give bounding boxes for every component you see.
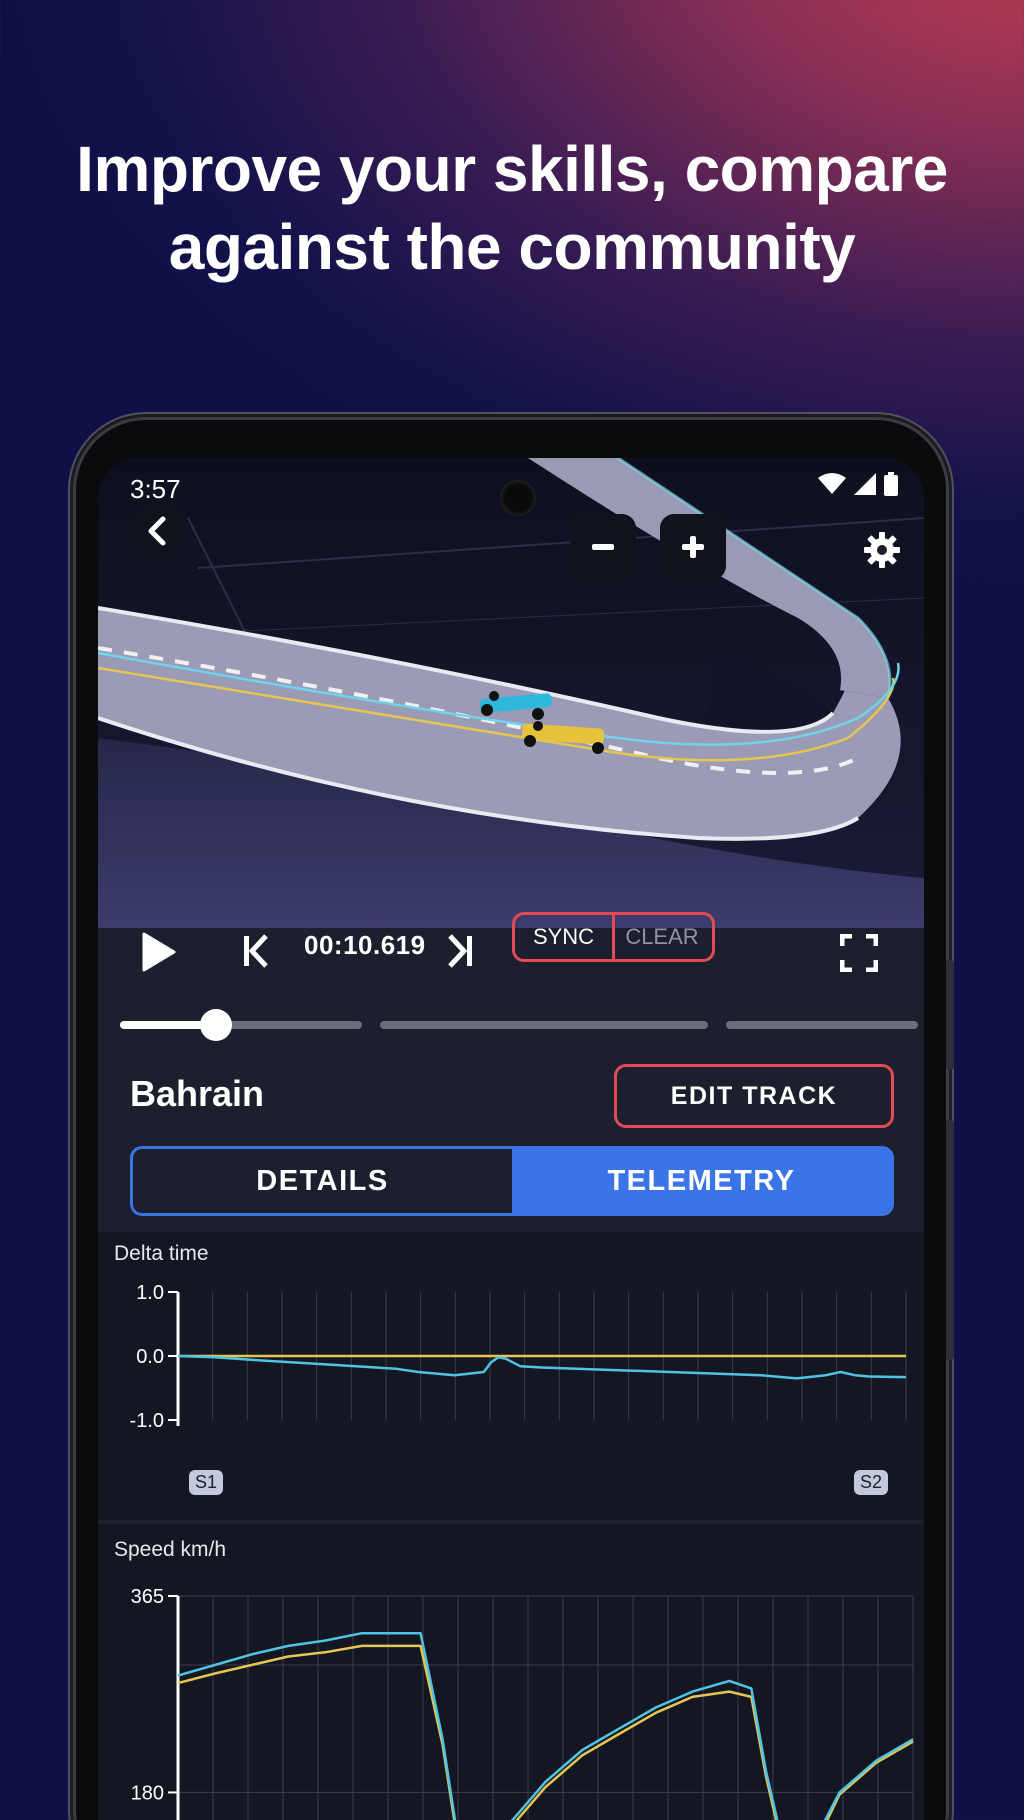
speed-panel: Speed km/h 365 180 (98, 1524, 924, 1820)
track-3d-view[interactable] (98, 458, 924, 928)
skip-back-icon[interactable] (242, 934, 268, 968)
zoom-out-button[interactable] (570, 514, 636, 580)
y-tick-label: 0.0 (136, 1346, 164, 1368)
sync-button[interactable]: SYNC (512, 912, 615, 962)
scrubber-track-3[interactable] (726, 1021, 918, 1029)
delta-time-chart: 1.0 0.0 -1.0 (130, 1282, 907, 1432)
scrubber-track-2[interactable] (380, 1021, 708, 1029)
tab-telemetry[interactable]: TELEMETRY (512, 1149, 891, 1213)
signal-icon (854, 473, 876, 495)
app-screen: 3:57 00:10.619 SYNC CLEAR Bahrain EDIT T… (98, 458, 924, 1820)
fullscreen-icon[interactable] (840, 934, 878, 972)
sector-label-s2: S2 (854, 1470, 889, 1495)
zoom-in-button[interactable] (660, 514, 726, 580)
y-tick-label: 365 (131, 1586, 164, 1608)
zoom-out-icon (592, 544, 614, 550)
phone-volume-button (946, 1120, 954, 1360)
delta-chart-title: Delta time (114, 1242, 209, 1265)
sector-label-s1: S1 (189, 1470, 224, 1495)
tab-details[interactable]: DETAILS (133, 1149, 512, 1213)
skip-forward-icon[interactable] (448, 934, 474, 968)
status-icons (818, 472, 898, 496)
clear-button[interactable]: CLEAR (612, 912, 715, 962)
zoom-in-icon (682, 536, 704, 558)
sync-label: SYNC (532, 924, 595, 949)
delta-time-panel: Delta time 1.0 0.0 -1.0 S1 S2 (98, 1232, 924, 1520)
scrubber-thumb[interactable] (199, 1009, 232, 1041)
y-tick-label: 1.0 (136, 1282, 164, 1304)
phone-side-button (946, 960, 954, 1070)
series-line-0 (177, 1354, 907, 1380)
wifi-icon (818, 473, 846, 494)
y-tick-label: 180 (131, 1782, 164, 1804)
clear-label: CLEAR (625, 924, 699, 949)
speed-chart: 365 180 (131, 1586, 914, 1820)
back-button[interactable] (128, 502, 186, 560)
back-arrow-icon (148, 516, 166, 546)
edit-track-button[interactable]: EDIT TRACK (614, 1064, 894, 1128)
front-camera (500, 480, 536, 516)
battery-icon (884, 472, 898, 496)
series-line-1 (177, 1644, 914, 1820)
tab-bar: DETAILS TELEMETRY (130, 1146, 894, 1216)
playback-time: 00:10.619 (304, 930, 426, 960)
headline-line-1: Improve your skills, compare (76, 133, 948, 205)
y-tick-label: -1.0 (130, 1410, 164, 1432)
gear-icon[interactable] (862, 530, 902, 570)
headline: Improve your skills, compare against the… (0, 130, 1024, 286)
track-name: Bahrain (130, 1073, 265, 1114)
play-icon[interactable] (140, 932, 176, 972)
headline-line-2: against the community (168, 211, 856, 283)
phone-frame: 3:57 00:10.619 SYNC CLEAR Bahrain EDIT T… (76, 420, 954, 1820)
status-time: 3:57 (130, 474, 181, 504)
speed-chart-title: Speed km/h (114, 1538, 227, 1561)
